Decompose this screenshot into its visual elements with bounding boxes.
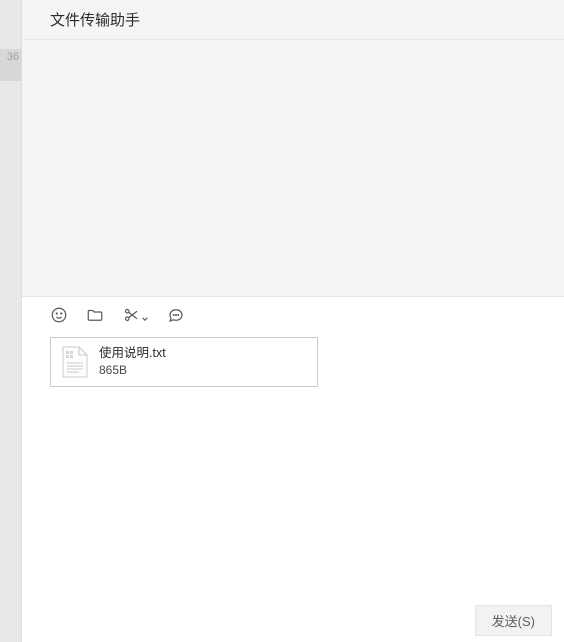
file-size: 865B [99, 362, 166, 378]
screenshot-tool[interactable] [122, 306, 149, 324]
sidebar: 36 [0, 0, 22, 642]
compose-toolbar [22, 297, 564, 333]
compose-input[interactable] [22, 387, 564, 642]
footer: 发送(S) [475, 605, 552, 636]
file-meta: 使用说明.txt 865B [99, 345, 166, 378]
file-attachment[interactable]: 使用说明.txt 865B [50, 337, 318, 387]
folder-icon[interactable] [86, 306, 104, 324]
emoji-icon[interactable] [50, 306, 68, 324]
chat-header: 文件传输助手 [22, 0, 564, 40]
sidebar-badge: 36 [0, 49, 21, 81]
main-panel: 文件传输助手 [22, 0, 564, 642]
chat-message-area[interactable] [22, 40, 564, 297]
compose-attachment-area: 使用说明.txt 865B [22, 333, 564, 387]
scissors-icon [122, 306, 140, 324]
chat-history-icon[interactable] [167, 306, 185, 324]
send-button[interactable]: 发送(S) [475, 605, 552, 636]
chat-title: 文件传输助手 [50, 9, 140, 30]
chevron-down-icon [141, 311, 149, 319]
file-icon [61, 345, 89, 379]
file-name: 使用说明.txt [99, 345, 166, 362]
